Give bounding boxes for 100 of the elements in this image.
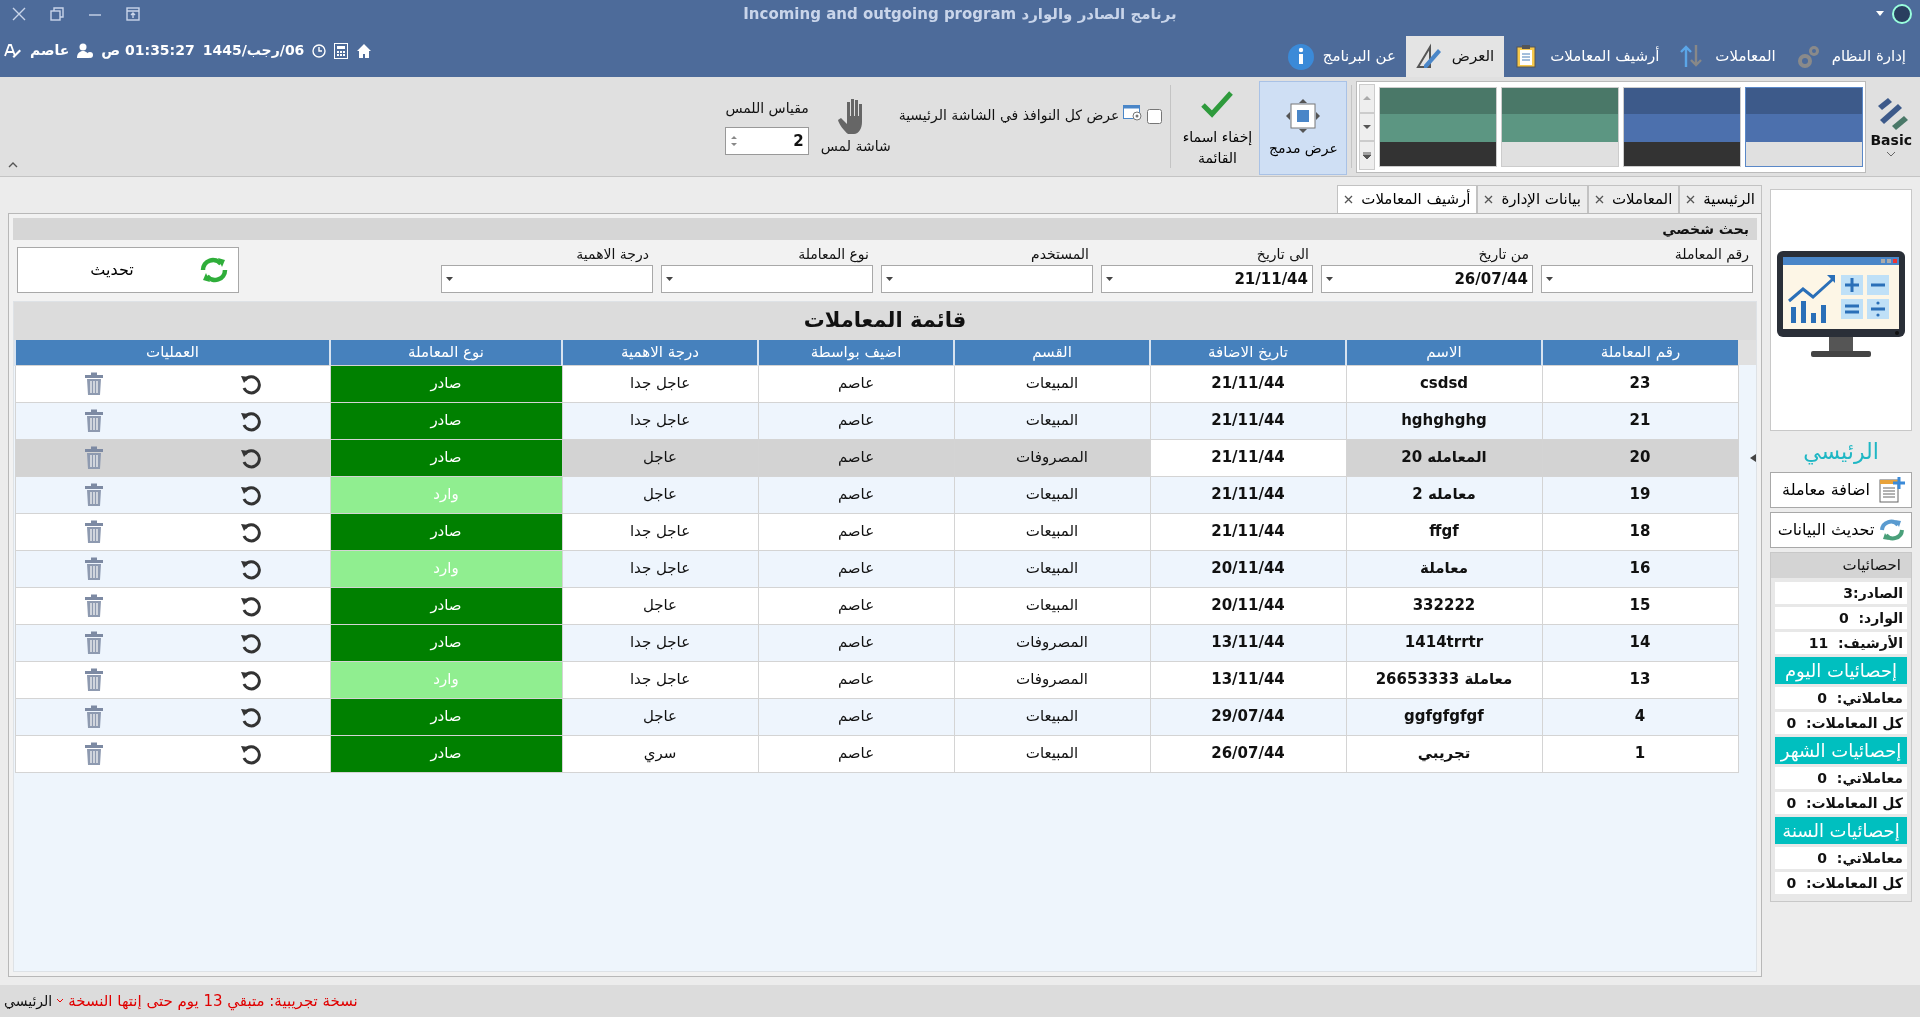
column-header[interactable]: اضيف بواسطة xyxy=(758,340,954,365)
dropdown-field[interactable] xyxy=(1541,265,1753,293)
theme-swatch[interactable] xyxy=(1745,87,1864,167)
field-label: نوع المعاملة xyxy=(797,245,870,265)
statistic-row: معاملاتي: 0 xyxy=(1775,766,1907,789)
close-icon[interactable] xyxy=(1344,195,1354,204)
dropdown-caret-icon[interactable] xyxy=(1326,276,1333,282)
trash-icon[interactable] xyxy=(83,371,104,396)
undo-icon[interactable] xyxy=(239,446,262,469)
undo-icon[interactable] xyxy=(239,372,262,395)
dropdown-caret-icon[interactable] xyxy=(446,276,453,282)
caret-icon[interactable] xyxy=(1886,151,1897,157)
field-label: الى تاريخ xyxy=(1255,245,1310,265)
scroll-down-icon[interactable] xyxy=(1363,124,1372,130)
refresh-button[interactable]: تحديث xyxy=(17,247,239,293)
table-cell: 21/11/44 xyxy=(1150,476,1346,513)
ribbon-tab[interactable]: عن البرنامج xyxy=(1276,36,1406,77)
column-header[interactable]: نوع المعاملة xyxy=(330,340,562,365)
home-icon[interactable] xyxy=(356,42,373,59)
table-cell: معامله 2 xyxy=(1346,476,1542,513)
restore-icon[interactable] xyxy=(50,7,64,21)
ribbon-tab[interactable]: أرشيف المعاملات xyxy=(1504,36,1670,77)
column-header[interactable]: درجة الاهمية xyxy=(562,340,758,365)
table-cell: 14 xyxy=(1542,624,1738,661)
maximize-icon[interactable] xyxy=(126,7,140,21)
dropdown-caret-icon[interactable] xyxy=(1106,276,1113,282)
dropdown-caret-icon[interactable] xyxy=(1546,276,1553,282)
ribbon-tab[interactable]: إدارة النظام xyxy=(1785,36,1916,77)
trash-icon[interactable] xyxy=(83,593,104,618)
undo-icon[interactable] xyxy=(239,594,262,617)
table-cell: csdsd xyxy=(1346,365,1542,402)
type-cell: صادر xyxy=(330,439,562,476)
ribbon-button[interactable]: عرض مدمج xyxy=(1259,81,1348,175)
dropdown-field[interactable]: 26/07/44 xyxy=(1321,265,1533,293)
trash-icon[interactable] xyxy=(83,408,104,433)
trash-icon[interactable] xyxy=(83,630,104,655)
statistics-section-title: إحصائيات الشهر xyxy=(1775,736,1907,764)
table-cell: عاصم xyxy=(758,513,954,550)
table-cell: 26/07/44 xyxy=(1150,735,1346,772)
checkbox[interactable] xyxy=(1147,109,1163,124)
document-tab[interactable]: المعاملات xyxy=(1588,185,1680,213)
dropdown-field[interactable] xyxy=(661,265,873,293)
table-cell: 1414trrtr xyxy=(1346,624,1542,661)
column-header[interactable]: الاسم xyxy=(1346,340,1542,365)
undo-icon[interactable] xyxy=(239,705,262,728)
undo-icon[interactable] xyxy=(239,668,262,691)
pen-icon[interactable] xyxy=(4,42,22,59)
close-icon[interactable] xyxy=(1686,195,1696,204)
sidebar-button[interactable]: اضافة معاملة xyxy=(1770,472,1912,508)
table-cell: عاجل جدا xyxy=(562,661,758,698)
calculator-icon[interactable] xyxy=(334,42,349,59)
document-tab[interactable]: بيانات الإدارة xyxy=(1477,185,1588,213)
close-icon[interactable] xyxy=(1484,195,1494,204)
undo-icon[interactable] xyxy=(239,409,262,432)
trash-icon[interactable] xyxy=(83,667,104,692)
table-cell: 1 xyxy=(1542,735,1738,772)
ribbon-tab[interactable]: العرض xyxy=(1405,36,1505,77)
caret-icon[interactable] xyxy=(56,998,65,1004)
undo-icon[interactable] xyxy=(239,483,262,506)
touch-scale-spinbox[interactable]: 2 xyxy=(724,127,809,155)
undo-icon[interactable] xyxy=(239,557,262,580)
column-header[interactable]: تاريخ الاضافة xyxy=(1150,340,1346,365)
document-tab[interactable]: أرشيف المعاملات xyxy=(1337,185,1478,213)
trash-icon[interactable] xyxy=(83,482,104,507)
type-cell: صادر xyxy=(330,587,562,624)
dropdown-caret-icon[interactable] xyxy=(666,276,673,282)
column-header[interactable]: رقم المعاملة xyxy=(1542,340,1738,365)
column-header[interactable]: القسم xyxy=(954,340,1150,365)
ribbon-button[interactable]: إخفاء اسماء القائمة xyxy=(1175,81,1260,175)
document-tab[interactable]: الرئيسية xyxy=(1679,185,1762,213)
table-cell: 13 xyxy=(1542,661,1738,698)
more-icon[interactable] xyxy=(1363,151,1372,160)
list-title: قائمة المعاملات xyxy=(14,302,1756,340)
type-cell: صادر xyxy=(330,698,562,735)
theme-swatch[interactable] xyxy=(1623,87,1742,167)
dropdown-caret-icon[interactable] xyxy=(886,276,893,282)
dropdown-field[interactable] xyxy=(881,265,1093,293)
row-indicator-icon xyxy=(1750,453,1756,462)
undo-icon[interactable] xyxy=(239,631,262,654)
trash-icon[interactable] xyxy=(83,741,104,766)
sidebar-button[interactable]: تحديث البيانات xyxy=(1770,512,1912,548)
statistic-row: معاملاتي: 0 xyxy=(1775,846,1907,869)
trash-icon[interactable] xyxy=(83,704,104,729)
theme-swatch[interactable] xyxy=(1501,87,1620,167)
statistic-row: الوارد: 0 xyxy=(1775,606,1907,629)
undo-icon[interactable] xyxy=(239,742,262,765)
status-page[interactable]: الرئيسي xyxy=(4,990,53,1012)
column-header[interactable]: العمليات xyxy=(15,340,330,365)
undo-icon[interactable] xyxy=(239,520,262,543)
caret-icon[interactable] xyxy=(1876,11,1884,17)
dropdown-field[interactable] xyxy=(441,265,653,293)
checkbox-label: عرض كل النوافذ في الشاشة الرئيسية xyxy=(898,106,1120,126)
close-icon[interactable] xyxy=(1595,195,1604,204)
collapse-icon[interactable] xyxy=(8,160,18,168)
trash-icon[interactable] xyxy=(83,556,104,581)
theme-swatch[interactable] xyxy=(1379,87,1498,167)
dropdown-field[interactable]: 21/11/44 xyxy=(1101,265,1313,293)
ribbon-tab[interactable]: المعاملات xyxy=(1669,36,1786,77)
trash-icon[interactable] xyxy=(83,519,104,544)
spin-arrows-icon[interactable] xyxy=(729,133,738,149)
